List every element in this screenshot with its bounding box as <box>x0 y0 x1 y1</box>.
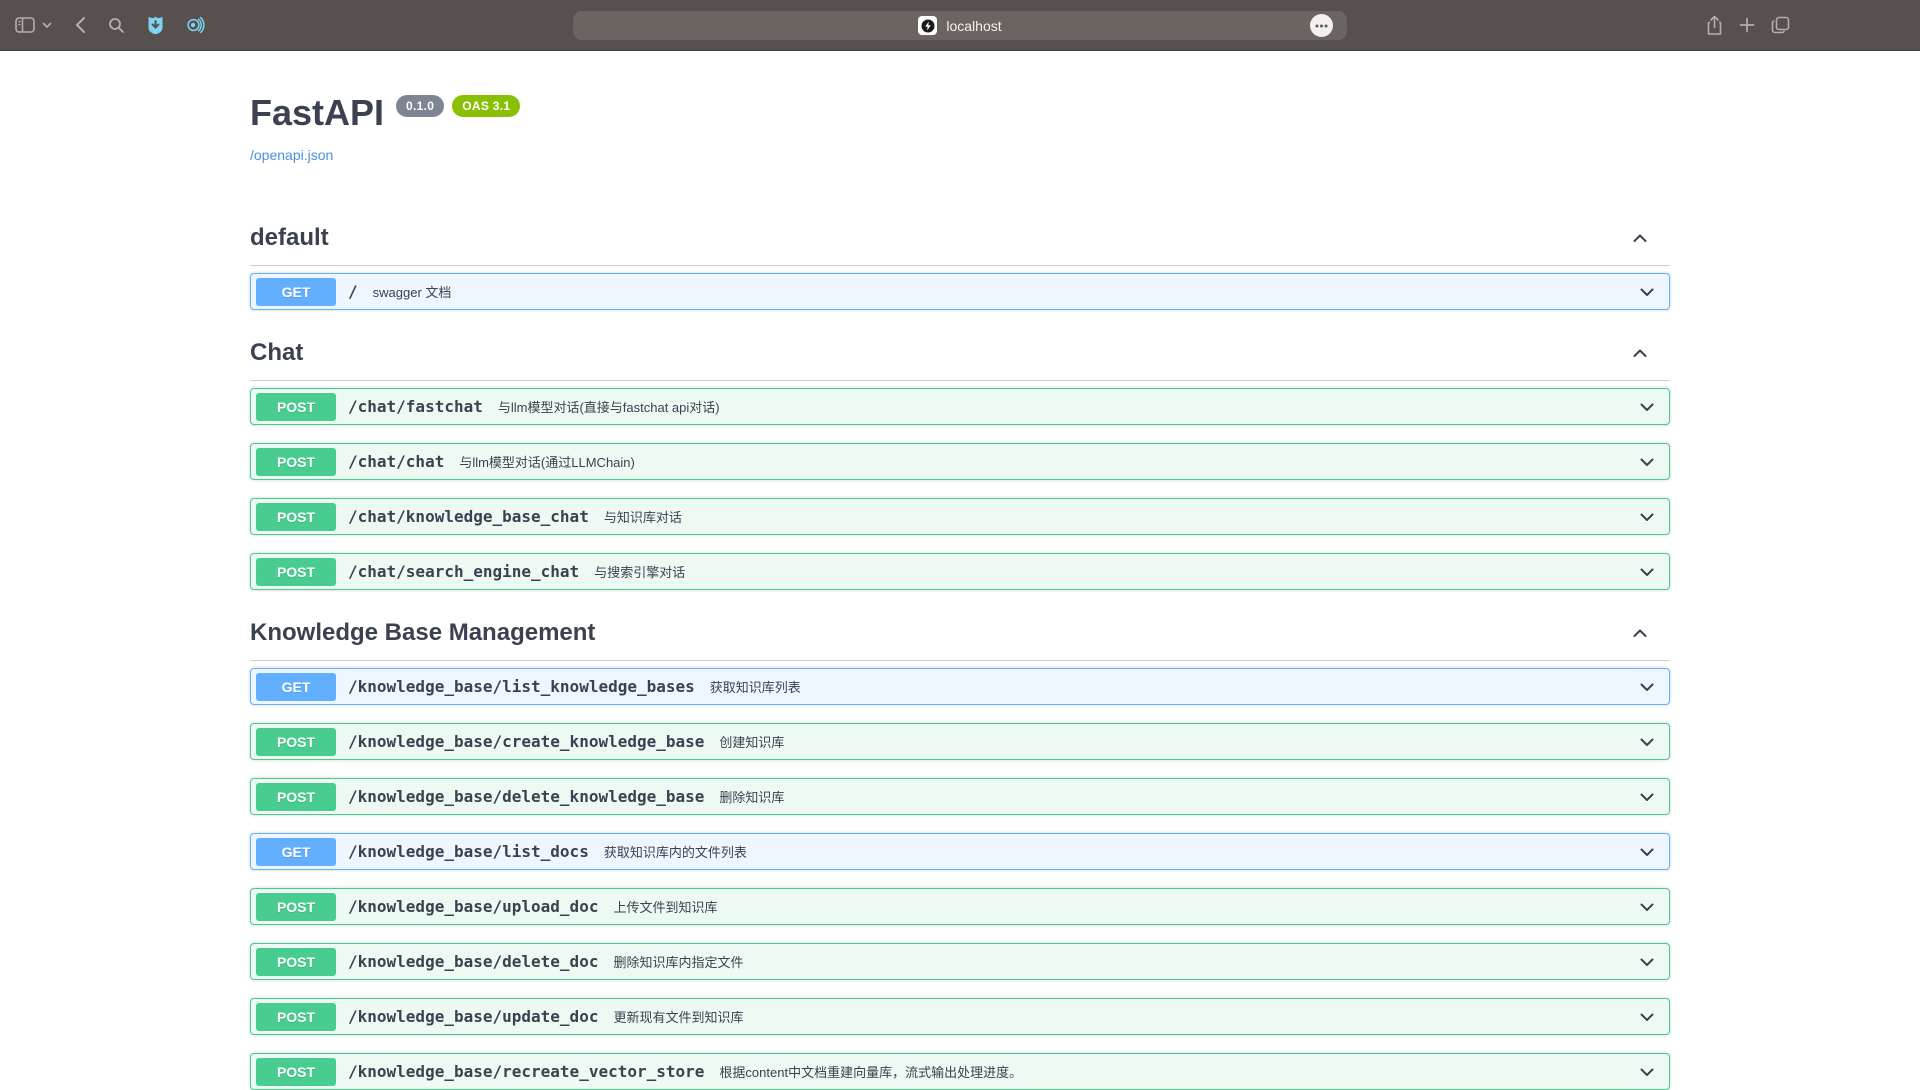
endpoint-expand-chevron-down-icon[interactable] <box>1637 897 1657 917</box>
endpoint-row[interactable]: GET / swagger 文档 <box>250 273 1670 310</box>
endpoint-description: 获取知识库内的文件列表 <box>604 842 747 861</box>
endpoint-path: /knowledge_base/list_knowledge_bases <box>348 677 695 696</box>
endpoint-path: /knowledge_base/upload_doc <box>348 897 598 916</box>
site-favicon-lightning-icon <box>918 16 937 35</box>
endpoint-expand-chevron-down-icon[interactable] <box>1637 1007 1657 1027</box>
endpoint-path: /knowledge_base/delete_doc <box>348 952 598 971</box>
endpoint-row[interactable]: POST /knowledge_base/recreate_vector_sto… <box>250 1053 1670 1090</box>
endpoint-expand-chevron-down-icon[interactable] <box>1637 452 1657 472</box>
back-icon[interactable] <box>74 16 86 34</box>
endpoint-row[interactable]: POST /chat/chat 与llm模型对话(通过LLMChain) <box>250 443 1670 480</box>
endpoint-path: /chat/knowledge_base_chat <box>348 507 589 526</box>
endpoint-description: 删除知识库内指定文件 <box>613 952 743 971</box>
endpoint-description: swagger 文档 <box>373 282 452 301</box>
api-tag-section: Chat POST /chat/fastchat 与llm模型对话(直接与fas… <box>250 338 1670 590</box>
new-tab-icon[interactable] <box>1739 17 1755 33</box>
method-badge: POST <box>256 503 336 531</box>
endpoint-path: /knowledge_base/list_docs <box>348 842 589 861</box>
endpoint-expand-chevron-down-icon[interactable] <box>1637 1062 1657 1082</box>
oas-badge: OAS 3.1 <box>452 95 520 117</box>
endpoint-path: /knowledge_base/create_knowledge_base <box>348 732 704 751</box>
endpoint-row[interactable]: POST /knowledge_base/create_knowledge_ba… <box>250 723 1670 760</box>
method-badge: POST <box>256 558 336 586</box>
section-header[interactable]: Chat <box>250 338 1670 381</box>
api-tag-section: Knowledge Base Management GET /knowledge… <box>250 618 1670 1090</box>
method-badge: GET <box>256 838 336 866</box>
method-badge: POST <box>256 948 336 976</box>
endpoint-row[interactable]: POST /chat/fastchat 与llm模型对话(直接与fastchat… <box>250 388 1670 425</box>
endpoint-row[interactable]: POST /chat/search_engine_chat 与搜索引擎对话 <box>250 553 1670 590</box>
endpoint-path: / <box>348 282 358 301</box>
method-badge: POST <box>256 1003 336 1031</box>
api-sections: default GET / swagger 文档 Chat POST /chat… <box>250 223 1670 1090</box>
endpoint-expand-chevron-down-icon[interactable] <box>1637 677 1657 697</box>
browser-toolbar: localhost <box>0 0 1920 51</box>
endpoint-path: /knowledge_base/update_doc <box>348 1007 598 1026</box>
section-title: Knowledge Base Management <box>250 618 595 648</box>
section-header[interactable]: Knowledge Base Management <box>250 618 1670 661</box>
endpoint-expand-chevron-down-icon[interactable] <box>1637 562 1657 582</box>
endpoint-path: /chat/fastchat <box>348 397 483 416</box>
endpoint-row[interactable]: POST /knowledge_base/delete_knowledge_ba… <box>250 778 1670 815</box>
sidebar-toggle-icon[interactable] <box>14 15 36 35</box>
endpoint-description: 与llm模型对话(直接与fastchat api对话) <box>498 397 720 416</box>
endpoint-description: 获取知识库列表 <box>710 677 801 696</box>
endpoint-path: /knowledge_base/recreate_vector_store <box>348 1062 704 1081</box>
endpoint-row[interactable]: GET /knowledge_base/list_knowledge_bases… <box>250 668 1670 705</box>
section-header[interactable]: default <box>250 223 1670 266</box>
search-icon[interactable] <box>108 17 125 34</box>
endpoint-description: 上传文件到知识库 <box>613 897 717 916</box>
endpoint-path: /chat/chat <box>348 452 444 471</box>
method-badge: POST <box>256 728 336 756</box>
method-badge: GET <box>256 673 336 701</box>
address-bar[interactable]: localhost <box>573 11 1347 40</box>
endpoint-row[interactable]: POST /chat/knowledge_base_chat 与知识库对话 <box>250 498 1670 535</box>
tab-overview-icon[interactable] <box>1771 16 1790 34</box>
endpoint-row[interactable]: POST /knowledge_base/delete_doc 删除知识库内指定… <box>250 943 1670 980</box>
endpoint-expand-chevron-down-icon[interactable] <box>1637 507 1657 527</box>
extension-shield-icon[interactable] <box>147 16 164 35</box>
version-badge: 0.1.0 <box>396 95 444 117</box>
section-title: Chat <box>250 338 303 368</box>
section-title: default <box>250 223 329 253</box>
method-badge: POST <box>256 893 336 921</box>
openapi-spec-link[interactable]: /openapi.json <box>250 147 333 163</box>
endpoint-expand-chevron-down-icon[interactable] <box>1637 787 1657 807</box>
endpoint-expand-chevron-down-icon[interactable] <box>1637 397 1657 417</box>
section-collapse-chevron-up-icon[interactable] <box>1630 623 1650 643</box>
endpoint-row[interactable]: POST /knowledge_base/upload_doc 上传文件到知识库 <box>250 888 1670 925</box>
swagger-page: FastAPI 0.1.0 OAS 3.1 /openapi.json defa… <box>0 51 1920 1090</box>
section-collapse-chevron-up-icon[interactable] <box>1630 228 1650 248</box>
endpoint-description: 与llm模型对话(通过LLMChain) <box>459 452 635 471</box>
method-badge: POST <box>256 393 336 421</box>
extension-rings-icon[interactable] <box>186 15 206 35</box>
url-text: localhost <box>946 18 1001 34</box>
sidebar-chevron-down-icon[interactable] <box>42 21 52 29</box>
share-icon[interactable] <box>1706 15 1723 36</box>
endpoint-expand-chevron-down-icon[interactable] <box>1637 842 1657 862</box>
page-title: FastAPI <box>250 93 384 133</box>
method-badge: GET <box>256 278 336 306</box>
endpoint-path: /knowledge_base/delete_knowledge_base <box>348 787 704 806</box>
endpoint-description: 删除知识库 <box>719 787 784 806</box>
method-badge: POST <box>256 1058 336 1086</box>
endpoint-path: /chat/search_engine_chat <box>348 562 579 581</box>
method-badge: POST <box>256 783 336 811</box>
endpoint-expand-chevron-down-icon[interactable] <box>1637 952 1657 972</box>
section-collapse-chevron-up-icon[interactable] <box>1630 343 1650 363</box>
endpoint-expand-chevron-down-icon[interactable] <box>1637 282 1657 302</box>
endpoint-expand-chevron-down-icon[interactable] <box>1637 732 1657 752</box>
page-menu-ellipsis-icon[interactable] <box>1310 14 1333 37</box>
endpoint-description: 与搜索引擎对话 <box>594 562 685 581</box>
endpoint-description: 根据content中文档重建向量库，流式输出处理进度。 <box>719 1062 1022 1081</box>
endpoint-description: 创建知识库 <box>719 732 784 751</box>
api-tag-section: default GET / swagger 文档 <box>250 223 1670 310</box>
endpoint-description: 与知识库对话 <box>604 507 682 526</box>
endpoint-description: 更新现有文件到知识库 <box>613 1007 743 1026</box>
endpoint-row[interactable]: POST /knowledge_base/update_doc 更新现有文件到知… <box>250 998 1670 1035</box>
api-info: FastAPI 0.1.0 OAS 3.1 /openapi.json <box>250 51 1670 195</box>
endpoint-row[interactable]: GET /knowledge_base/list_docs 获取知识库内的文件列… <box>250 833 1670 870</box>
method-badge: POST <box>256 448 336 476</box>
